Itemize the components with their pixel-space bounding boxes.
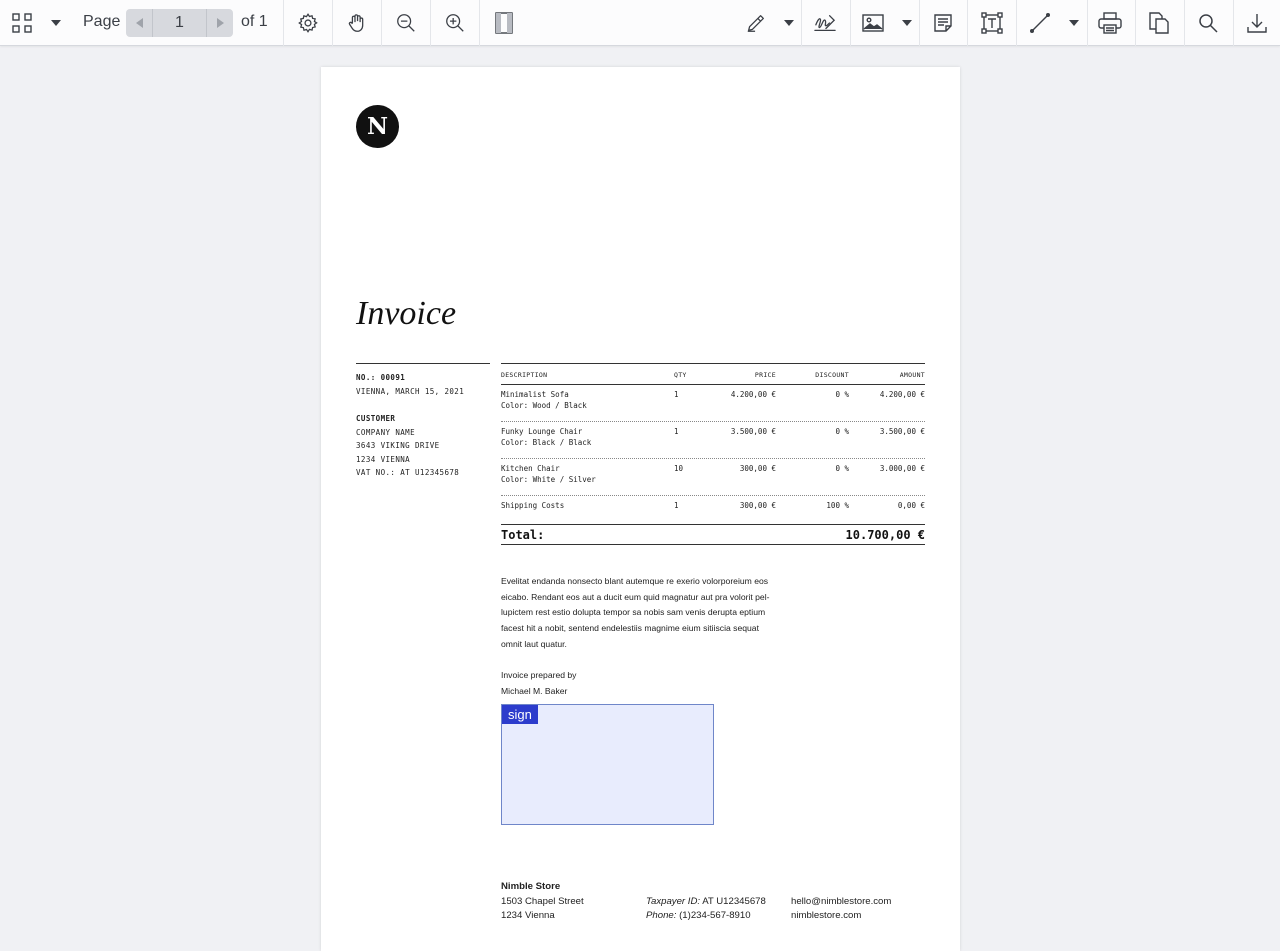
item-discount: 0 % [835,390,849,399]
item-qty: 1 [674,390,679,399]
item-qty: 1 [674,501,679,510]
next-page-button[interactable] [206,9,233,37]
item-qty: 1 [674,427,679,436]
body-line: lupictem rest estio dolupta tempor sa no… [501,607,766,618]
item-price: 4.200,00 € [730,390,776,399]
header-discount: DISCOUNT [815,371,849,379]
grid-icon[interactable] [6,0,38,46]
prepared-by: Invoice prepared by Michael M. Baker [501,668,576,699]
invoice-date: VIENNA, MARCH 15, 2021 [356,386,465,396]
item-discount: 0 % [835,464,849,473]
store-website[interactable]: nimblestore.com [791,909,891,924]
invoice-title: Invoice [356,295,457,332]
sign-button[interactable]: sign [502,705,538,724]
panel-icon[interactable] [488,0,520,46]
total-value: 10.700,00 € [845,528,925,542]
item-name: Minimalist Sofa [501,390,569,399]
store-city: 1234 Vienna [501,910,555,922]
body-line: eicabo. Rendant eos aut a ducit eum quid… [501,591,770,602]
invoice-number: NO.: 00091 [356,373,406,382]
header-qty: QTY [674,371,687,379]
table-row: Kitchen Chair Color: White / Silver 10 30… [501,459,925,496]
item-qty: 10 [674,464,684,473]
highlighter-icon[interactable] [739,0,773,46]
search-icon[interactable] [1191,0,1225,46]
item-discount: 0 % [835,427,849,436]
page-count-label: of 1 [241,13,268,30]
table-header: DESCRIPTION QTY PRICE DISCOUNT AMOUNT [501,364,925,385]
chevron-down-icon[interactable] [46,0,66,46]
copy-icon[interactable] [1142,0,1176,46]
logo: N [356,105,399,148]
toolbar: Page 1 of 1 [0,0,1280,46]
signature-icon[interactable] [808,0,842,46]
line-items-table: DESCRIPTION QTY PRICE DISCOUNT AMOUNT Mi… [501,363,925,525]
prepared-by-label: Invoice prepared by [501,670,577,680]
signature-field[interactable]: sign [501,704,714,825]
customer-vat: VAT NO.: AT U12345678 [356,468,460,477]
chevron-down-icon[interactable] [779,0,799,46]
tax-value: AT U12345678 [702,895,766,907]
total-row: Total: 10.700,00 € [501,524,925,545]
gear-icon[interactable] [292,0,324,46]
item-price: 3.500,00 € [730,427,776,436]
invoice-meta: NO.: 00091 VIENNA, MARCH 15, 2021 CUSTOM… [356,363,490,480]
item-price: 300,00 € [739,501,776,510]
table-row: Shipping Costs 1 300,00 € 100 % 0,00 € [501,496,925,525]
hand-icon[interactable] [341,0,373,46]
print-icon[interactable] [1093,0,1127,46]
zoom-out-icon[interactable] [390,0,422,46]
header-description: DESCRIPTION [501,371,548,379]
item-amount: 3.500,00 € [879,427,925,436]
header-amount: AMOUNT [899,371,925,379]
footer-address: Nimble Store 1503 Chapel Street 1234 Vie… [501,880,584,924]
phone-value: (1)234-567-8910 [679,910,751,922]
customer-street: 3643 VIKING DRIVE [356,441,440,450]
item-amount: 4.200,00 € [879,390,925,399]
zoom-in-icon[interactable] [439,0,471,46]
invoice-page: N Invoice NO.: 00091 VIENNA, MARCH 15, 2… [321,67,960,951]
chevron-down-icon[interactable] [1064,0,1084,46]
tax-label: Taxpayer ID: [646,895,701,907]
table-row: Funky Lounge Chair Color: Black / Black 1… [501,422,925,459]
customer-label: CUSTOMER [356,414,396,423]
previous-page-button[interactable] [126,9,153,37]
item-variant: Color: White / Silver [501,474,596,484]
item-name: Funky Lounge Chair [501,427,583,436]
header-price: PRICE [754,371,776,379]
item-variant: Color: Black / Black [501,437,592,447]
note-icon[interactable] [926,0,960,46]
customer-company: COMPANY NAME [356,427,415,437]
line-icon[interactable] [1023,0,1057,46]
table-row: Minimalist Sofa Color: Wood / Black 1 4.2… [501,385,925,422]
page-navigator: 1 [126,9,233,37]
item-amount: 3.000,00 € [879,464,925,473]
footer-tax: Taxpayer ID: AT U12345678 Phone: (1)234-… [646,895,766,924]
body-paragraph: Evelitat endanda nonsecto blant autemque… [501,574,781,653]
store-street: 1503 Chapel Street [501,895,584,907]
item-variant: Color: Wood / Black [501,400,587,410]
item-discount: 100 % [826,501,849,510]
page-number-input[interactable]: 1 [154,9,205,37]
body-line: Evelitat endanda nonsecto blant autemque… [501,576,769,586]
page-label: Page [83,13,121,30]
download-icon[interactable] [1240,0,1274,46]
store-name: Nimble Store [501,881,561,892]
prepared-by-name: Michael M. Baker [501,685,568,696]
chevron-down-icon[interactable] [897,0,917,46]
customer-city: 1234 VIENNA [356,454,411,464]
footer-contact: hello@nimblestore.com nimblestore.com [791,895,891,924]
item-amount: 0,00 € [897,501,925,510]
body-line: facest hit a nobit, sentend endelestiis … [501,623,759,634]
item-name: Kitchen Chair [501,464,560,473]
text-box-icon[interactable] [975,0,1009,46]
body-line: omnit laut quatur. [501,638,567,649]
phone-label: Phone: [646,910,677,922]
total-label: Total: [501,528,545,542]
store-email[interactable]: hello@nimblestore.com [791,895,891,910]
image-icon[interactable] [856,0,890,46]
item-name: Shipping Costs [501,501,565,510]
item-price: 300,00 € [739,464,776,473]
